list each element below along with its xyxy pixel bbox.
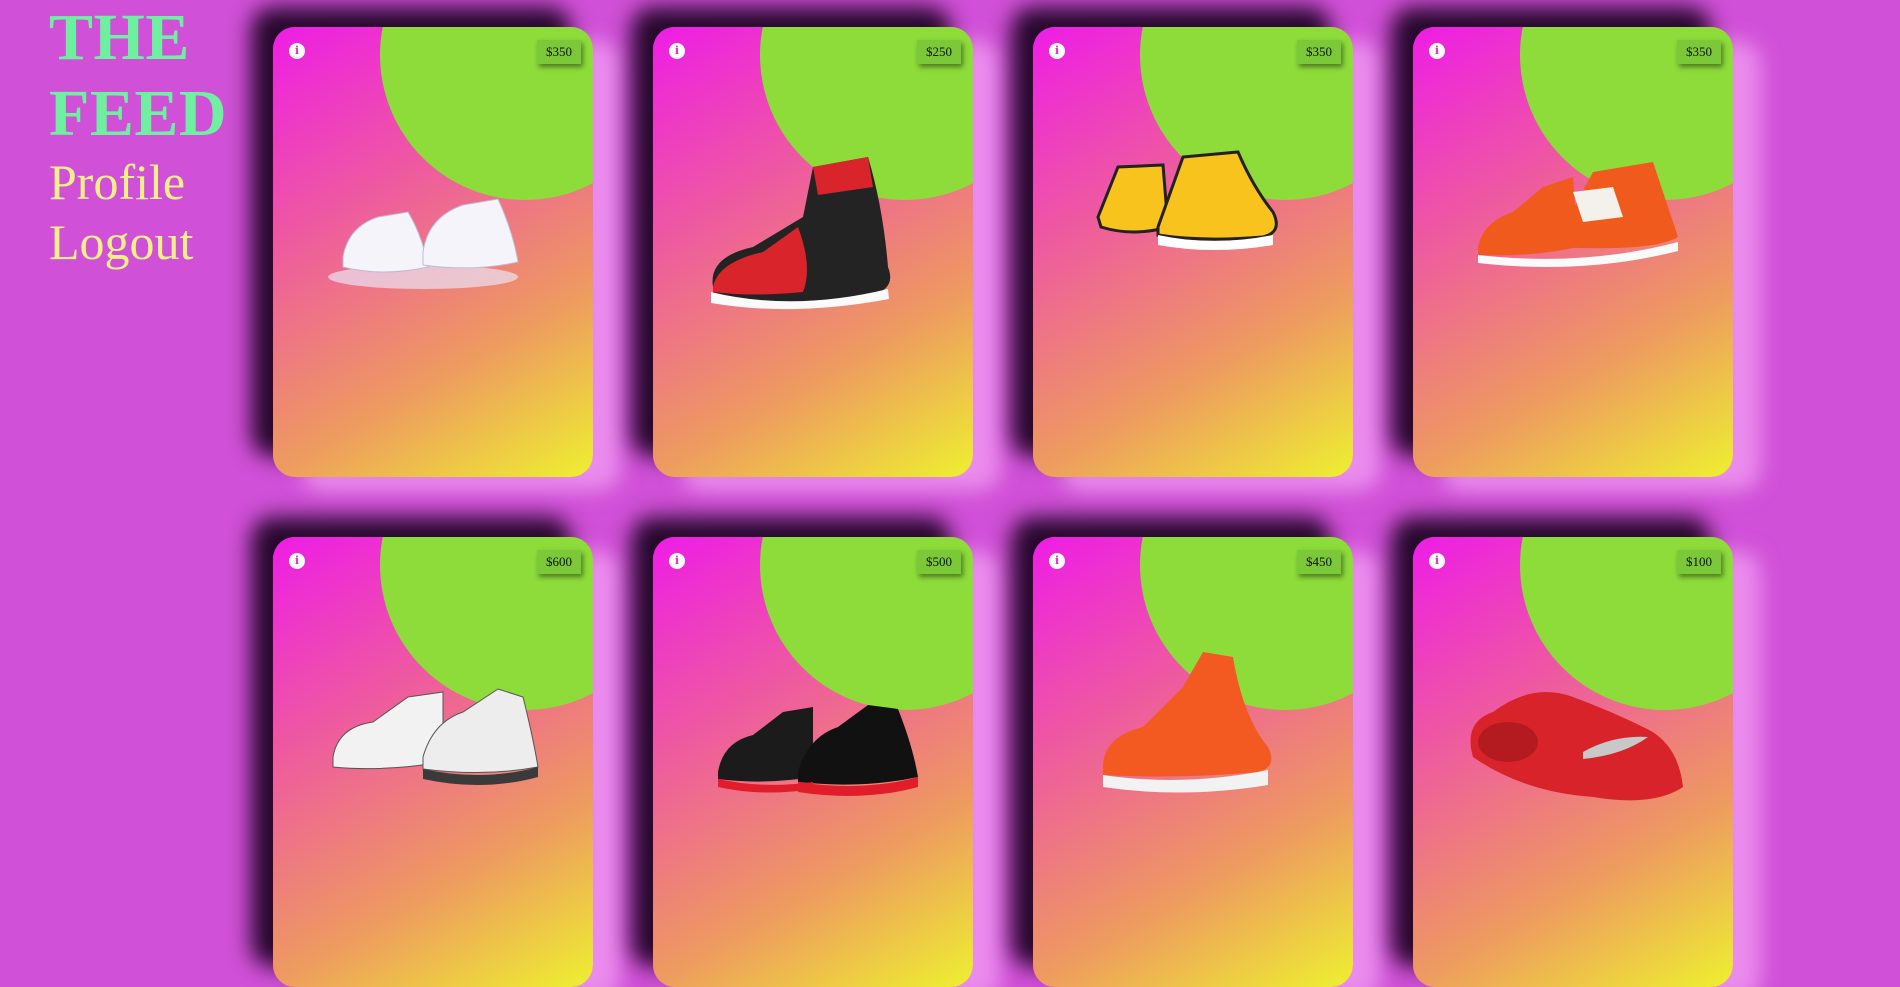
- product-card[interactable]: i $350: [1413, 27, 1733, 477]
- product-card[interactable]: i $350: [1033, 27, 1353, 477]
- info-icon[interactable]: i: [1429, 43, 1445, 59]
- brand-line-1: THE: [49, 1, 190, 74]
- info-icon[interactable]: i: [1429, 553, 1445, 569]
- product-card[interactable]: i $250: [653, 27, 973, 477]
- info-icon[interactable]: i: [1049, 553, 1065, 569]
- sneaker-image: [718, 705, 918, 796]
- logout-link[interactable]: Logout: [49, 212, 249, 272]
- price-badge: $250: [917, 40, 961, 64]
- product-card[interactable]: i $500: [653, 537, 973, 987]
- product-card[interactable]: i $100: [1413, 537, 1733, 987]
- price-badge: $100: [1677, 550, 1721, 574]
- sneaker-image: [1470, 692, 1683, 801]
- product-card[interactable]: i $350: [273, 27, 593, 477]
- sneaker-image: [1478, 162, 1678, 267]
- price-badge: $600: [537, 550, 581, 574]
- brand-title: THE FEED: [49, 0, 249, 152]
- sidebar: THE FEED Profile Logout: [49, 0, 249, 272]
- brand-line-2: FEED: [49, 77, 228, 150]
- sneaker-image: [711, 157, 891, 310]
- product-card[interactable]: i $600: [273, 537, 593, 987]
- price-badge: $350: [1297, 40, 1341, 64]
- price-badge: $350: [537, 40, 581, 64]
- profile-link[interactable]: Profile: [49, 152, 249, 212]
- price-badge: $450: [1297, 550, 1341, 574]
- info-icon[interactable]: i: [289, 43, 305, 59]
- sneaker-image: [328, 198, 519, 289]
- price-badge: $500: [917, 550, 961, 574]
- product-card[interactable]: i $450: [1033, 537, 1353, 987]
- price-badge: $350: [1677, 40, 1721, 64]
- info-icon[interactable]: i: [289, 553, 305, 569]
- info-icon[interactable]: i: [669, 43, 685, 59]
- sneaker-image: [1096, 150, 1278, 250]
- sneaker-image: [332, 688, 539, 786]
- info-icon[interactable]: i: [669, 553, 685, 569]
- info-icon[interactable]: i: [1049, 43, 1065, 59]
- sneaker-image: [1103, 652, 1272, 793]
